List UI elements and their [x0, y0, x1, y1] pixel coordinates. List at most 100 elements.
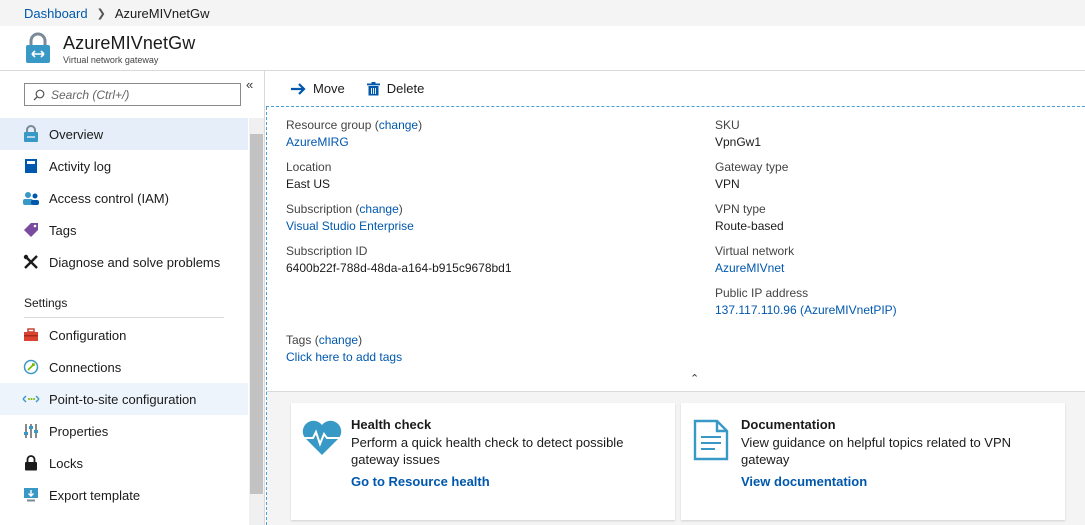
prop-label: Subscription ID — [286, 244, 368, 258]
breadcrumb-current: AzureMIVnetGw — [114, 5, 210, 21]
prop-vpn-type: VPN type Route-based — [715, 201, 784, 235]
sidebar-item-label: Export template — [49, 487, 141, 503]
vpn-type-value: Route-based — [715, 219, 784, 233]
prop-resource-group: Resource group (change) AzureMIRG — [286, 118, 423, 149]
scrollbar-thumb[interactable] — [250, 134, 263, 494]
main-content: Move Delete Resource group (change) Azur… — [266, 71, 1085, 525]
connections-icon — [22, 358, 40, 376]
collapse-essentials-icon[interactable]: ⌃︎ — [690, 372, 699, 385]
sidebar-item-overview[interactable]: Overview — [0, 118, 248, 150]
view-documentation-link[interactable]: View documentation — [741, 474, 867, 489]
card-description: Perform a quick health check to detect p… — [351, 435, 624, 467]
sidebar-item-diagnose[interactable]: Diagnose and solve problems — [0, 246, 248, 278]
delete-button[interactable]: Delete — [366, 81, 425, 96]
prop-label: Subscription — [286, 202, 353, 216]
document-icon — [693, 419, 729, 461]
sidebar-scrollbar[interactable] — [249, 118, 264, 525]
resource-group-link[interactable]: AzureMIRG — [286, 135, 349, 149]
prop-sku: SKU VpnGw1 — [715, 117, 761, 151]
prop-label: Public IP address — [715, 286, 809, 300]
health-check-card[interactable]: Health check Perform a quick health chec… — [291, 403, 675, 520]
lock-icon — [22, 454, 40, 472]
sidebar-item-connections[interactable]: Connections — [0, 351, 248, 383]
go-to-resource-health-link[interactable]: Go to Resource health — [351, 474, 490, 489]
sidebar-item-tags[interactable]: Tags — [0, 214, 248, 246]
sidebar-item-label: Point-to-site configuration — [49, 391, 197, 407]
move-button[interactable]: Move — [290, 81, 345, 96]
wrench-icon — [22, 253, 40, 271]
point-to-site-icon — [22, 390, 40, 408]
documentation-card[interactable]: Documentation View guidance on helpful t… — [681, 403, 1065, 520]
sidebar-item-export-template[interactable]: Export template — [0, 479, 248, 511]
add-tags-link[interactable]: Click here to add tags — [286, 350, 402, 364]
access-control-icon — [22, 189, 40, 207]
sidebar-item-label: Properties — [49, 423, 109, 439]
breadcrumb: Dashboard ❯ AzureMIVnetGw — [0, 0, 1085, 26]
sidebar-item-locks[interactable]: Locks — [0, 447, 248, 479]
card-title: Documentation — [741, 417, 836, 432]
public-ip-link[interactable]: 137.117.110.96 (AzureMIVnetPIP) — [715, 303, 897, 317]
sidebar-item-label: Access control (IAM) — [49, 190, 169, 206]
change-resource-group-link[interactable]: change — [379, 118, 418, 132]
change-tags-link[interactable]: change — [319, 333, 358, 347]
sidebar-item-label: Configuration — [49, 327, 127, 343]
chevron-right-icon: ❯ — [96, 7, 106, 20]
sidebar-item-activity-log[interactable]: Activity log — [0, 150, 248, 182]
collapse-sidebar-icon[interactable]: « — [246, 77, 253, 92]
prop-label: SKU — [715, 118, 740, 132]
sidebar-item-access-control[interactable]: Access control (IAM) — [0, 182, 248, 214]
trash-icon — [366, 81, 380, 96]
sidebar-item-label: Diagnose and solve problems — [49, 254, 221, 270]
prop-public-ip: Public IP address 137.117.110.96 (AzureM… — [715, 285, 897, 319]
properties-icon — [22, 422, 40, 440]
location-value: East US — [286, 177, 331, 191]
overview-lock-icon — [22, 125, 40, 143]
page-subtitle: Virtual network gateway — [63, 55, 159, 65]
sidebar-item-configuration[interactable]: Configuration — [0, 319, 248, 351]
search-icon — [33, 89, 45, 100]
move-button-label: Move — [313, 81, 345, 96]
breadcrumb-dashboard-link[interactable]: Dashboard — [24, 6, 88, 21]
command-bar: Move Delete — [266, 71, 1085, 107]
page-title: AzureMIVnetGw — [63, 33, 196, 53]
sidebar-item-label: Connections — [49, 359, 122, 375]
prop-subscription: Subscription (change) Visual Studio Ente… — [286, 202, 414, 233]
prop-label: Location — [286, 160, 332, 174]
sidebar-item-point-to-site[interactable]: Point-to-site configuration — [0, 383, 248, 415]
sku-value: VpnGw1 — [715, 135, 762, 149]
prop-label: Gateway type — [715, 160, 789, 174]
search-input[interactable] — [51, 87, 231, 102]
prop-location: Location East US — [286, 159, 331, 193]
prop-tags: Tags (change) Click here to add tags — [286, 333, 403, 364]
settings-section-label: Settings — [24, 296, 68, 310]
prop-subscription-id: Subscription ID 6400b22f-788d-48da-a164-… — [286, 243, 512, 277]
heart-pulse-icon — [302, 420, 342, 455]
prop-virtual-network: Virtual network AzureMIVnet — [715, 243, 794, 277]
arrow-right-icon — [290, 82, 306, 96]
card-title: Health check — [351, 417, 432, 432]
card-description: View guidance on helpful topics related … — [741, 435, 1012, 467]
subscription-id-value: 6400b22f-788d-48da-a164-b915c9678bd1 — [286, 261, 512, 275]
search-box[interactable] — [24, 83, 241, 106]
sidebar: « Overview Activity log Access control (… — [0, 71, 265, 525]
change-subscription-link[interactable]: change — [359, 202, 398, 216]
activity-log-icon — [22, 157, 40, 175]
delete-button-label: Delete — [386, 81, 425, 96]
sidebar-item-label: Locks — [49, 455, 83, 471]
sidebar-item-properties[interactable]: Properties — [0, 415, 248, 447]
prop-gateway-type: Gateway type VPN — [715, 159, 788, 193]
tiles-area: Health check Perform a quick health chec… — [267, 392, 1085, 525]
gateway-type-value: VPN — [715, 177, 740, 191]
export-template-icon — [22, 486, 40, 504]
vpn-gateway-lock-icon — [26, 32, 50, 63]
tag-icon — [22, 221, 40, 239]
prop-label: Virtual network — [715, 244, 795, 258]
prop-label: Tags — [286, 333, 312, 347]
subscription-link[interactable]: Visual Studio Enterprise — [286, 219, 414, 233]
toolbox-icon — [22, 326, 40, 344]
prop-label: Resource group — [286, 118, 372, 132]
sidebar-item-label: Overview — [49, 126, 104, 142]
sidebar-item-label: Tags — [49, 222, 77, 238]
virtual-network-link[interactable]: AzureMIVnet — [715, 261, 784, 275]
resource-header: AzureMIVnetGw Virtual network gateway — [0, 26, 1085, 71]
